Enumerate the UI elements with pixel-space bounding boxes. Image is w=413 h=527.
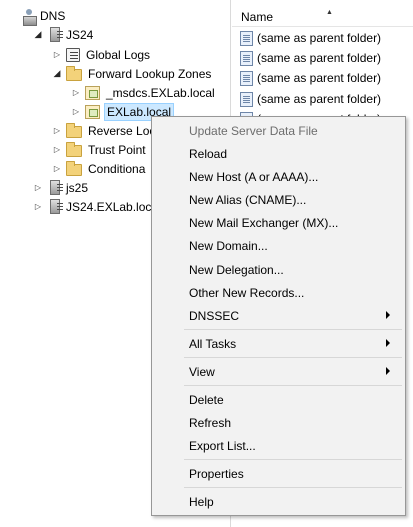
menu-item-delete[interactable]: Delete: [152, 388, 405, 411]
tree-item-label: Forward Lookup Zones: [88, 66, 212, 81]
tree-item-js24[interactable]: ◢ JS24: [33, 25, 95, 44]
sort-ascending-icon: ▲: [326, 9, 333, 16]
record-icon: [240, 91, 253, 107]
list-item-label: (same as parent folder): [257, 92, 382, 106]
expand-arrow-icon[interactable]: ▷: [52, 145, 62, 155]
tree-item-js25[interactable]: ▷ js25: [33, 178, 90, 197]
server-icon: [50, 27, 63, 42]
menu-item-other-new-records[interactable]: Other New Records...: [152, 281, 405, 304]
tree-item-label: _msdcs.EXLab.local: [106, 85, 215, 100]
menu-item-export-list[interactable]: Export List...: [152, 434, 405, 457]
list-item[interactable]: (same as parent folder): [240, 28, 381, 48]
menu-item-new-host[interactable]: New Host (A or AAAA)...: [152, 165, 405, 188]
tree-item-label: Global Logs: [86, 47, 151, 62]
zone-icon: [85, 86, 100, 100]
tree-item-reverse-lookup[interactable]: ▷ Reverse Loo: [52, 121, 158, 140]
tree-item-conditional-forwarders[interactable]: ▷ Conditiona: [52, 159, 147, 178]
menu-separator: [184, 385, 402, 386]
tree-item-label: Trust Point: [88, 142, 146, 157]
folder-icon: [66, 142, 82, 157]
menu-separator: [184, 357, 402, 358]
menu-item-new-domain[interactable]: New Domain...: [152, 234, 405, 257]
menu-separator: [184, 329, 402, 330]
menu-item-new-alias[interactable]: New Alias (CNAME)...: [152, 188, 405, 211]
menu-item-dnssec[interactable]: DNSSEC: [152, 304, 405, 327]
collapse-arrow-icon[interactable]: ◢: [33, 29, 43, 40]
folder-icon: [66, 161, 82, 176]
expand-arrow-icon[interactable]: ▷: [71, 107, 81, 117]
column-header-name[interactable]: Name ▲: [232, 7, 413, 27]
record-icon: [240, 50, 253, 66]
submenu-arrow-icon: [386, 311, 390, 319]
column-header-label: Name: [241, 9, 274, 24]
list-item[interactable]: (same as parent folder): [240, 48, 381, 68]
record-icon: [240, 70, 253, 86]
menu-item-refresh[interactable]: Refresh: [152, 411, 405, 434]
dns-icon: [22, 8, 37, 26]
tree-item-trust-points[interactable]: ▷ Trust Point: [52, 140, 148, 159]
submenu-arrow-icon: [386, 367, 390, 375]
record-icon: [240, 30, 253, 46]
menu-separator: [184, 459, 402, 460]
server-icon: [50, 199, 63, 214]
expand-arrow-icon[interactable]: ▷: [33, 183, 43, 193]
expand-arrow-icon[interactable]: ▷: [33, 202, 43, 212]
submenu-arrow-icon: [386, 339, 390, 347]
folder-icon: [66, 123, 82, 138]
list-item-label: (same as parent folder): [257, 71, 382, 85]
list-item[interactable]: (same as parent folder): [240, 89, 381, 109]
tree-item-label: Conditiona: [88, 161, 146, 176]
tree-item-label: DNS: [40, 8, 66, 23]
tree-item-label: js25: [66, 180, 89, 195]
list-item[interactable]: (same as parent folder): [240, 68, 381, 88]
menu-item-help[interactable]: Help: [152, 490, 405, 513]
tree-item-forward-lookup-zones[interactable]: ◢ Forward Lookup Zones: [52, 64, 213, 83]
menu-item-all-tasks[interactable]: All Tasks: [152, 332, 405, 355]
tree-item-msdcs[interactable]: ▷ _msdcs.EXLab.local: [71, 83, 217, 102]
tree-item-dns[interactable]: DNS: [20, 6, 67, 26]
list-item-label: (same as parent folder): [257, 51, 382, 65]
server-icon: [50, 180, 63, 195]
tree-item-js24-exlab[interactable]: ▷ JS24.EXLab.local: [33, 197, 163, 216]
collapse-arrow-icon[interactable]: ◢: [52, 68, 62, 79]
menu-item-reload[interactable]: Reload: [152, 142, 405, 165]
expand-arrow-icon[interactable]: ▷: [52, 164, 62, 174]
list-item-label: (same as parent folder): [257, 31, 382, 45]
menu-item-update-server-data-file[interactable]: Update Server Data File: [152, 119, 405, 142]
menu-item-label: All Tasks: [189, 336, 237, 351]
expand-arrow-icon[interactable]: ▷: [52, 50, 62, 60]
menu-item-label: View: [189, 364, 215, 379]
tree-item-label: Reverse Loo: [88, 123, 157, 138]
expand-arrow-icon[interactable]: ▷: [52, 126, 62, 136]
tree-item-label: JS24.EXLab.local: [66, 199, 161, 214]
menu-item-properties[interactable]: Properties: [152, 462, 405, 485]
zone-icon: [85, 105, 100, 119]
tree-item-global-logs[interactable]: ▷ Global Logs: [52, 45, 152, 64]
context-menu: Update Server Data File Reload New Host …: [151, 116, 406, 516]
menu-item-label: DNSSEC: [189, 308, 240, 323]
tree-item-label: JS24: [66, 27, 94, 42]
menu-item-view[interactable]: View: [152, 360, 405, 383]
logs-icon: [66, 48, 80, 62]
menu-separator: [184, 487, 402, 488]
expand-arrow-icon[interactable]: ▷: [71, 88, 81, 98]
menu-item-new-delegation[interactable]: New Delegation...: [152, 258, 405, 281]
menu-item-new-mail-exchanger[interactable]: New Mail Exchanger (MX)...: [152, 211, 405, 234]
folder-icon: [66, 66, 82, 81]
